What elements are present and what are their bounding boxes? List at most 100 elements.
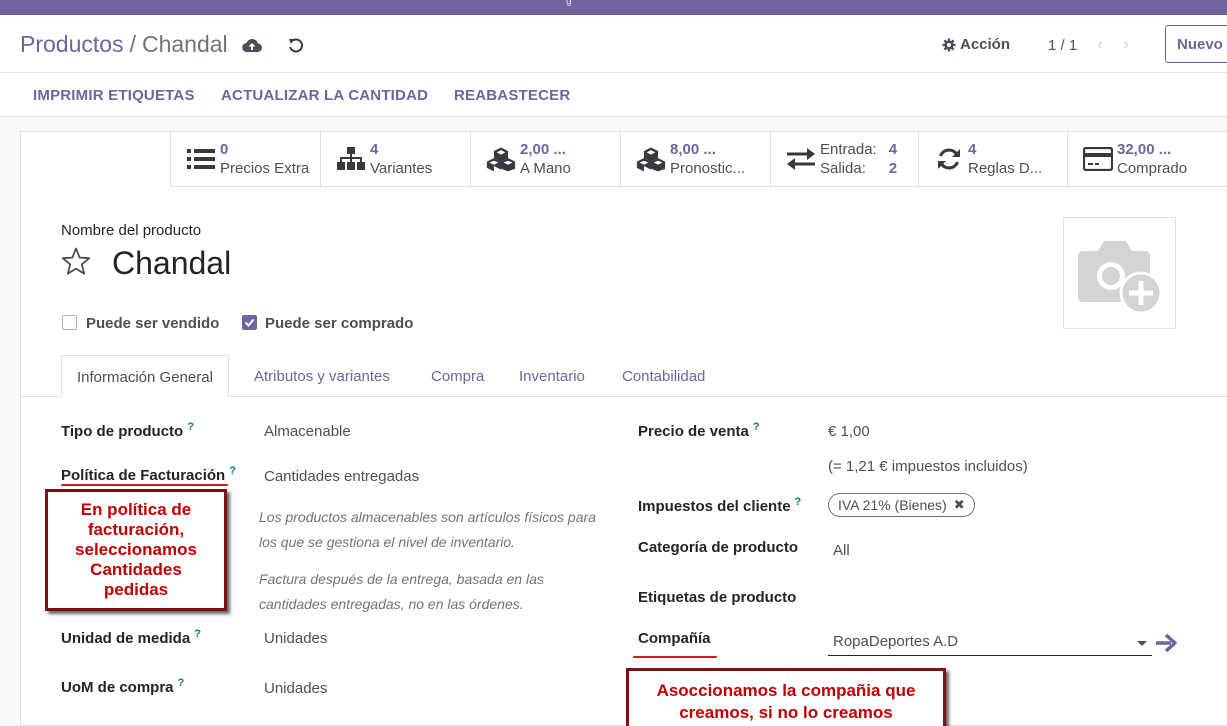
list-icon: [186, 146, 216, 172]
smart-button-in-out[interactable]: Entrada: 4 Salida: 2: [770, 131, 918, 187]
annotation-underline: [61, 484, 228, 486]
product-type-help: Los productos almacenables son artículos…: [259, 509, 596, 550]
pager-next-icon[interactable]: ›: [1123, 34, 1129, 55]
smart-label: Variantes: [370, 159, 433, 177]
smart-button-on-hand[interactable]: 2,00 ... A Mano: [470, 131, 620, 187]
product-name-label: Nombre del producto: [61, 222, 202, 239]
product-type-label: Tipo de producto?: [61, 421, 194, 440]
outgoing-label: Salida:: [820, 159, 866, 177]
sale-price-label: Precio de venta?: [638, 421, 760, 440]
status-bar: IMPRIMIR ETIQUETAS ACTUALIZAR LA CANTIDA…: [0, 73, 1227, 117]
tab-attributes-variants[interactable]: Atributos y variantes: [254, 368, 390, 385]
help-icon[interactable]: ?: [187, 421, 194, 433]
invoice-policy-label: Política de Facturación?: [61, 465, 236, 484]
breadcrumb: Productos / Chandal: [20, 31, 228, 58]
breadcrumb-separator: /: [129, 31, 136, 57]
smart-button-reorder-rules[interactable]: 4 Reglas D...: [918, 131, 1068, 187]
annotation-note-invoice-policy: En política de facturación, seleccionamo…: [45, 489, 227, 611]
uom-field[interactable]: Unidades: [264, 630, 327, 647]
refresh-icon: [934, 146, 964, 172]
tab-general-information[interactable]: Información General: [61, 355, 229, 397]
smart-button-variants[interactable]: 4 Variantes: [320, 131, 470, 187]
replenish-button[interactable]: REABASTECER: [454, 87, 570, 104]
new-button[interactable]: Nuevo: [1165, 25, 1227, 63]
smart-value: 32,00 ...: [1117, 140, 1172, 158]
navbar-mark: g: [566, 0, 572, 7]
smart-button-purchased[interactable]: 32,00 ... Comprado: [1067, 131, 1227, 187]
print-labels-button[interactable]: IMPRIMIR ETIQUETAS: [33, 87, 195, 104]
smart-label: Pronostic...: [670, 159, 746, 177]
sale-price-field[interactable]: € 1,00: [828, 423, 870, 440]
smart-value: 4: [370, 140, 379, 158]
tax-tag[interactable]: IVA 21% (Bienes) ✖: [828, 493, 975, 517]
tab-accounting[interactable]: Contabilidad: [622, 368, 705, 385]
breadcrumb-current: Chandal: [141, 31, 228, 57]
smart-value: 8,00 ...: [670, 140, 716, 158]
product-category-label: Categoría de producto: [638, 539, 799, 556]
star-icon[interactable]: [60, 246, 92, 278]
outgoing-value: 2: [888, 159, 898, 177]
sale-price-taxed: (= 1,21 € impuestos incluidos): [828, 458, 1028, 475]
gear-icon: [942, 38, 956, 51]
purchase-uom-label: UoM de compra?: [61, 677, 185, 696]
customer-taxes-label: Impuestos del cliente?: [638, 496, 802, 515]
remove-tag-icon[interactable]: ✖: [954, 497, 965, 513]
cloud-upload-icon[interactable]: [242, 37, 262, 53]
company-label: Compañía: [638, 630, 711, 647]
smart-button-extra-prices[interactable]: 0 Precios Extra: [170, 131, 320, 187]
action-label: Acción: [960, 36, 1011, 53]
chevron-down-icon[interactable]: [1137, 641, 1147, 646]
smart-value: 2,00 ...: [520, 140, 566, 158]
product-type-field[interactable]: Almacenable: [264, 423, 351, 440]
notebook-tabs: Información General Atributos y variante…: [20, 355, 1227, 397]
credit-card-icon: [1083, 146, 1113, 172]
help-icon[interactable]: ?: [194, 628, 201, 640]
tax-tag-label: IVA 21% (Bienes): [838, 497, 947, 513]
cubes-icon: [636, 146, 666, 172]
pager-previous-icon[interactable]: ‹: [1097, 34, 1103, 55]
company-field[interactable]: RopaDeportes A.D: [828, 630, 1152, 656]
smart-label: Comprado: [1117, 159, 1188, 177]
purchase-uom-field[interactable]: Unidades: [264, 680, 327, 697]
incoming-label: Entrada:: [820, 140, 877, 158]
can-be-sold-checkbox[interactable]: [62, 315, 77, 330]
smart-button-forecast[interactable]: 8,00 ... Pronostic...: [620, 131, 770, 187]
smart-value: 0: [220, 140, 229, 158]
help-icon[interactable]: ?: [229, 465, 236, 477]
product-category-field[interactable]: All: [833, 542, 850, 559]
annotation-underline: [633, 656, 717, 658]
invoice-policy-help: Factura después de la entrega, basada en…: [259, 571, 544, 612]
company-value: RopaDeportes A.D: [833, 633, 959, 650]
update-quantity-button[interactable]: ACTUALIZAR LA CANTIDAD: [221, 87, 428, 104]
camera-add-icon: [1078, 241, 1163, 315]
annotation-note-company: Asoccionamos la compañia que creamos, si…: [626, 668, 946, 726]
tab-inventory[interactable]: Inventario: [519, 368, 585, 385]
control-panel: Productos / Chandal Acción 1 / 1 ‹ › Nuevo: [0, 15, 1227, 73]
invoice-policy-field[interactable]: Cantidades entregadas: [264, 468, 419, 485]
smart-label: Precios Extra: [220, 159, 310, 177]
help-icon[interactable]: ?: [795, 496, 802, 508]
arrow-right-icon[interactable]: [1155, 632, 1177, 654]
checkmark-icon: [244, 318, 255, 327]
smart-label: A Mano: [520, 159, 571, 177]
sitemap-icon: [336, 146, 366, 172]
tab-purchase[interactable]: Compra: [431, 368, 484, 385]
top-navbar: g: [0, 0, 1227, 15]
help-icon[interactable]: ?: [753, 421, 760, 433]
help-icon[interactable]: ?: [178, 677, 185, 689]
can-be-purchased-label[interactable]: Puede ser comprado: [265, 315, 413, 332]
smart-label: Reglas D...: [968, 159, 1043, 177]
can-be-sold-label[interactable]: Puede ser vendido: [86, 315, 219, 332]
product-tags-label: Etiquetas de producto: [638, 589, 797, 606]
incoming-value: 4: [888, 140, 898, 158]
action-menu-button[interactable]: Acción: [942, 36, 1010, 53]
breadcrumb-parent-link[interactable]: Productos: [20, 31, 124, 57]
can-be-purchased-checkbox[interactable]: [242, 315, 257, 330]
product-image-upload[interactable]: [1063, 217, 1176, 329]
smart-value: 4: [968, 140, 977, 158]
pager-value[interactable]: 1 / 1: [1048, 37, 1077, 54]
undo-icon[interactable]: [287, 36, 305, 54]
uom-label: Unidad de medida?: [61, 628, 201, 647]
product-name-field[interactable]: Chandal: [112, 245, 231, 282]
exchange-icon: [786, 146, 816, 172]
